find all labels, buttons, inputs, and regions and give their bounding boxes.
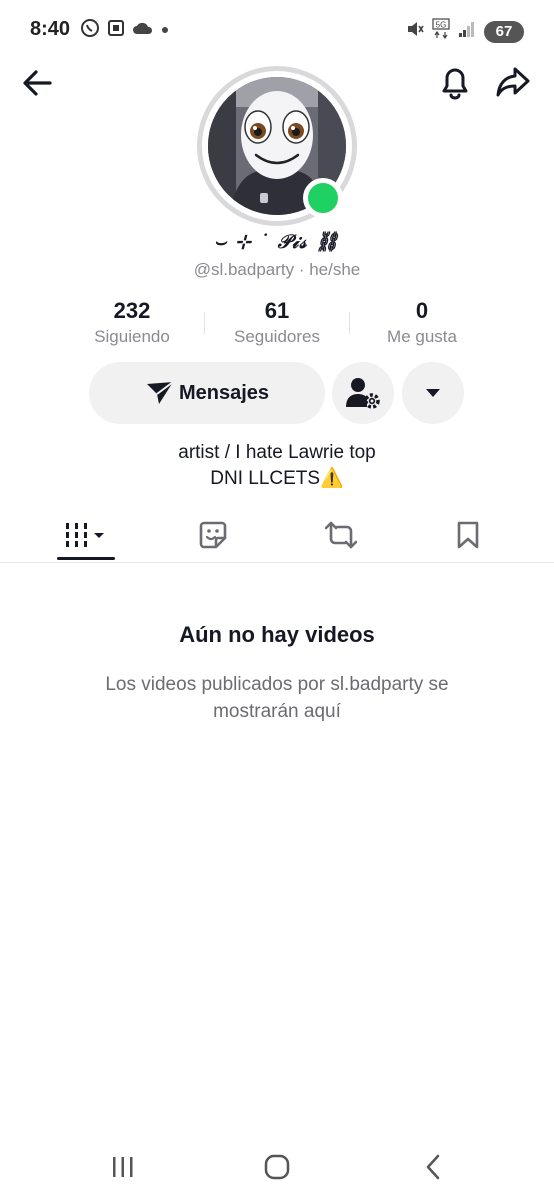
bio-line-2: DNI LLCETS⚠️ [210, 468, 344, 489]
caret-down-icon [426, 389, 440, 397]
grid-icon [66, 523, 104, 547]
stat-followers[interactable]: 61 Seguidores [205, 298, 349, 348]
notifications-button[interactable] [437, 63, 473, 101]
profile-stats: 232 Siguiendo 61 Seguidores 0 Me gusta [60, 298, 494, 348]
stat-likes-value: 0 [415, 298, 429, 323]
bell-icon [442, 68, 468, 100]
svg-text:5G: 5G [436, 21, 447, 30]
system-navigation-bar [0, 1140, 554, 1200]
active-tab-indicator [57, 557, 115, 560]
person-gear-icon [346, 378, 380, 409]
dot-icon [160, 22, 170, 40]
home-button[interactable] [262, 1152, 292, 1182]
5g-icon: 5G [432, 18, 450, 45]
cloud-icon [132, 20, 154, 41]
tab-reposts[interactable] [318, 515, 364, 555]
suggested-accounts-button[interactable] [332, 362, 394, 424]
empty-state-title: Aún no hay videos [179, 622, 375, 647]
message-button-label: Mensajes [178, 381, 270, 404]
stat-followers-value: 61 [264, 298, 290, 323]
stat-following-label: Siguiendo [94, 327, 170, 346]
home-icon [264, 1154, 290, 1180]
stat-likes-label: Me gusta [387, 327, 457, 346]
back-button[interactable] [20, 65, 56, 101]
bio-line-1: artist / I hate Lawrie top [178, 442, 376, 463]
recents-button[interactable] [108, 1152, 138, 1182]
system-back-button[interactable] [418, 1152, 448, 1182]
status-bar: 8:40 5G 67 [0, 0, 554, 60]
message-button[interactable]: Mensajes [89, 362, 325, 424]
share-icon [496, 67, 530, 97]
tab-saved[interactable] [445, 515, 491, 555]
display-name: ⌣ ⊹ ˙ 𝒫𝒾𝓈 ⛓ [213, 231, 341, 253]
status-right-icons: 5G 67 [406, 18, 524, 45]
username-pronouns: @sl.badparty · he/she [193, 260, 361, 279]
sticker-icon [199, 521, 227, 549]
stat-following[interactable]: 232 Siguiendo [60, 298, 204, 348]
stat-likes[interactable]: 0 Me gusta [350, 298, 494, 348]
more-options-button[interactable] [402, 362, 464, 424]
whatsapp-icon [80, 18, 100, 43]
mute-icon [406, 20, 424, 43]
battery-icon: 67 [484, 20, 524, 43]
content-tabs [0, 505, 554, 563]
screenshot-icon [106, 18, 126, 43]
bookmark-icon [457, 521, 479, 549]
arrow-left-icon [23, 70, 52, 96]
tab-videos[interactable] [57, 515, 115, 555]
repost-icon [325, 521, 357, 549]
online-status-indicator [303, 178, 343, 218]
stat-followers-label: Seguidores [233, 327, 320, 346]
status-left-icons [80, 18, 170, 43]
empty-state-subtitle: Los videos publicados por sl.badparty se… [105, 674, 449, 722]
share-button[interactable] [494, 64, 532, 100]
send-icon [146, 381, 174, 404]
recents-icon [113, 1157, 133, 1177]
profile-bio: artist / I hate Lawrie top DNI LLCETS⚠️ [0, 440, 554, 492]
signal-icon [458, 20, 476, 43]
tab-stickers[interactable] [190, 515, 236, 555]
back-icon [426, 1154, 440, 1180]
stat-following-value: 232 [113, 298, 151, 323]
status-time: 8:40 [30, 18, 71, 40]
